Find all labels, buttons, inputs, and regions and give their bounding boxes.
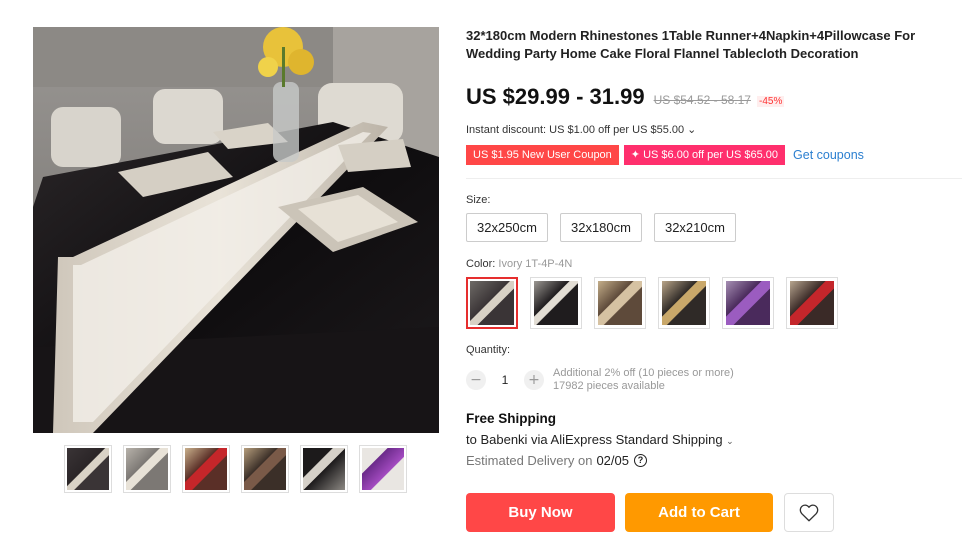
divider — [466, 178, 962, 179]
thumbnail[interactable] — [241, 445, 289, 493]
quantity-value[interactable]: 1 — [486, 373, 524, 387]
price-row: US $29.99 - 31.99 US $54.52 - 58.17 -45% — [466, 84, 785, 110]
thumbnail[interactable] — [182, 445, 230, 493]
quantity-minus-button[interactable]: − — [466, 370, 486, 390]
size-label: Size: — [466, 194, 491, 206]
color-option-black[interactable] — [530, 277, 582, 329]
coupon-row: US $1.95 New User Coupon ✦ US $6.00 off … — [466, 145, 864, 165]
size-option-32x250[interactable]: 32x250cm — [466, 213, 548, 242]
shipping-destination: to Babenki via AliExpress Standard Shipp… — [466, 432, 723, 447]
instant-discount-dropdown[interactable]: Instant discount: US $1.00 off per US $5… — [466, 123, 696, 136]
buy-now-button[interactable]: Buy Now — [466, 493, 615, 532]
color-options — [466, 277, 838, 329]
wishlist-button[interactable] — [784, 493, 834, 532]
product-title: 32*180cm Modern Rhinestones 1Table Runne… — [466, 28, 916, 61]
chevron-down-icon: ⌄ — [726, 436, 734, 446]
color-label: Color: — [466, 258, 496, 270]
get-coupons-link[interactable]: Get coupons — [793, 148, 864, 162]
purchase-actions: Buy Now Add to Cart — [466, 493, 834, 532]
original-price: US $54.52 - 58.17 — [653, 93, 751, 107]
quantity-stepper: − 1 + Additional 2% off (10 pieces or mo… — [466, 367, 734, 393]
heart-icon — [799, 504, 819, 521]
size-option-32x210[interactable]: 32x210cm — [653, 213, 736, 242]
stock-available-text: 17982 pieces available — [553, 380, 665, 392]
main-product-image[interactable] — [33, 27, 439, 433]
quantity-info: Additional 2% off (10 pieces or more) 17… — [553, 367, 734, 393]
store-coupon[interactable]: ✦ US $6.00 off per US $65.00 — [623, 145, 786, 165]
thumbnail[interactable] — [359, 445, 407, 493]
thumbnail[interactable] — [300, 445, 348, 493]
delivery-label: Estimated Delivery on — [466, 453, 593, 468]
quantity-label: Quantity: — [466, 344, 511, 356]
color-option-red[interactable] — [786, 277, 838, 329]
thumbnail[interactable] — [64, 445, 112, 493]
thumbnail-strip — [64, 445, 407, 493]
new-user-coupon[interactable]: US $1.95 New User Coupon — [466, 145, 619, 165]
shipping-method-dropdown[interactable]: to Babenki via AliExpress Standard Shipp… — [466, 432, 734, 447]
color-label-row: Color: Ivory 1T-4P-4N — [466, 258, 572, 270]
bulk-discount-text: Additional 2% off (10 pieces or more) — [553, 367, 734, 379]
dining-table-photo — [33, 27, 439, 433]
product-details: 32*180cm Modern Rhinestones 1Table Runne… — [466, 27, 962, 532]
color-option-gold[interactable] — [658, 277, 710, 329]
add-to-cart-button[interactable]: Add to Cart — [625, 493, 773, 532]
discount-badge: -45% — [756, 96, 785, 107]
shipping-title: Free Shipping — [466, 411, 557, 426]
color-option-champagne[interactable] — [594, 277, 646, 329]
thumbnail[interactable] — [123, 445, 171, 493]
size-option-32x180[interactable]: 32x180cm — [559, 213, 642, 242]
delivery-date: 02/05 — [596, 453, 629, 468]
help-icon[interactable]: ? — [634, 454, 647, 467]
color-option-purple[interactable] — [722, 277, 774, 329]
color-selected-value: Ivory 1T-4P-4N — [498, 258, 573, 270]
current-price: US $29.99 - 31.99 — [466, 84, 645, 109]
size-options: 32x250cm 32x180cm 32x210cm — [466, 213, 736, 242]
estimated-delivery: Estimated Delivery on 02/05 ? — [466, 453, 647, 468]
color-option-ivory[interactable] — [466, 277, 518, 329]
quantity-plus-button[interactable]: + — [524, 370, 544, 390]
